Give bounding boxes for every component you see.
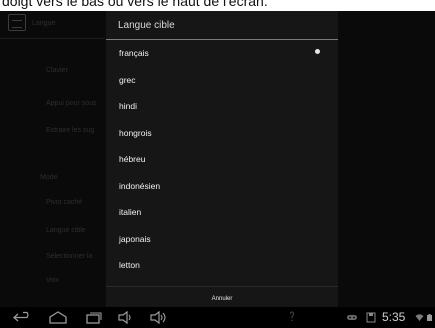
language-option[interactable]: japonais bbox=[106, 226, 338, 253]
storage-icon bbox=[366, 312, 376, 323]
option-label: indonésien bbox=[119, 180, 161, 191]
bg-item: Extraire les sug bbox=[46, 127, 95, 134]
cancel-button-label: Annuler bbox=[211, 296, 233, 302]
language-option[interactable]: letton bbox=[106, 252, 338, 279]
target-language-dialog: Langue cible français grec hindi hongroi… bbox=[106, 11, 338, 307]
bg-item: Appui pour sous bbox=[46, 100, 97, 107]
language-option[interactable]: grec bbox=[106, 67, 338, 94]
language-option[interactable]: hongrois bbox=[106, 120, 338, 147]
bg-item: Langue bbox=[32, 20, 56, 27]
bg-item: Clavier bbox=[46, 67, 68, 74]
wifi-icon bbox=[415, 314, 424, 321]
system-navigation-bar: 5:35 bbox=[0, 307, 435, 328]
option-label: hébreu bbox=[119, 154, 146, 164]
option-label: italien bbox=[119, 207, 142, 217]
language-option[interactable]: italien bbox=[106, 199, 338, 226]
divider bbox=[0, 38, 105, 39]
home-icon[interactable] bbox=[47, 309, 69, 326]
option-label: grec bbox=[119, 74, 136, 85]
clock: 5:35 bbox=[382, 310, 406, 324]
option-label: japonais bbox=[119, 233, 151, 244]
gamepad-icon bbox=[347, 315, 357, 320]
language-options-list: français grec hindi hongrois hébreu indo… bbox=[106, 40, 338, 279]
bg-item: Voix bbox=[46, 277, 60, 284]
bg-item: Pivot caché bbox=[46, 199, 83, 206]
option-label: français bbox=[119, 48, 149, 58]
option-label: letton bbox=[119, 260, 140, 270]
option-label: hindi bbox=[119, 101, 137, 111]
language-option[interactable]: hébreu bbox=[106, 146, 338, 173]
option-label: hongrois bbox=[119, 127, 152, 138]
caption-strip: doigt vers le bas ou vers le haut de l'é… bbox=[0, 0, 435, 11]
battery-icon bbox=[427, 314, 432, 321]
selected-radio-icon bbox=[315, 49, 320, 54]
tablet-screen: Langue Clavier Appui pour sous Extraire … bbox=[0, 11, 435, 328]
language-option[interactable]: indonésien bbox=[106, 173, 338, 200]
volume-up-icon[interactable] bbox=[149, 309, 169, 326]
app-icon bbox=[8, 14, 26, 31]
bg-item: Mode bbox=[40, 174, 58, 181]
recent-apps-icon[interactable] bbox=[84, 309, 104, 326]
language-option[interactable]: hindi bbox=[106, 93, 338, 120]
language-option[interactable]: français bbox=[106, 40, 338, 67]
dialog-title: Langue cible bbox=[118, 20, 175, 31]
bg-item: Sélectionner la bbox=[46, 253, 93, 260]
bg-item: Langue cible bbox=[46, 227, 86, 234]
cancel-button[interactable]: Annuler bbox=[106, 286, 338, 307]
back-icon[interactable] bbox=[12, 309, 34, 326]
caption-text: doigt vers le bas ou vers le haut de l'é… bbox=[2, 0, 268, 9]
notification-icon[interactable] bbox=[288, 307, 296, 328]
volume-down-icon[interactable] bbox=[117, 309, 135, 326]
